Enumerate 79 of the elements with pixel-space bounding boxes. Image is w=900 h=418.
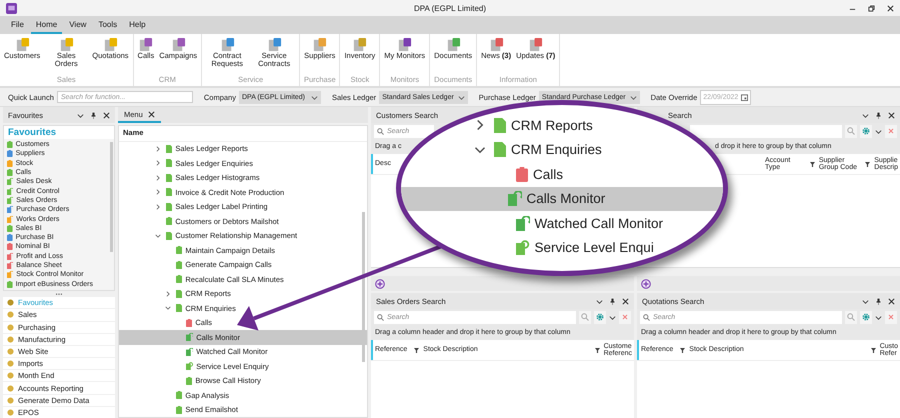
close-icon[interactable] — [148, 110, 155, 118]
window-title: DPA (EGPL Limited) — [414, 4, 486, 12]
tree-item[interactable]: Service Level Enqui — [485, 236, 654, 260]
restore-icon[interactable] — [868, 4, 875, 12]
chevron-icon[interactable] — [862, 298, 869, 304]
tree-item[interactable]: Watched Call Monitor — [485, 211, 664, 236]
add-icon[interactable] — [641, 278, 651, 288]
filter-icon[interactable] — [594, 348, 600, 352]
chevron-icon[interactable] — [609, 314, 616, 320]
document-icon — [170, 37, 186, 52]
document-icon — [446, 37, 461, 52]
document-icon — [102, 37, 118, 52]
document-icon — [14, 37, 30, 52]
search-icon — [377, 314, 384, 320]
document-icon — [352, 37, 368, 52]
scrollbar[interactable] — [637, 267, 900, 276]
chevron-icon[interactable] — [875, 128, 882, 134]
section-heading: Favourites — [7, 126, 58, 139]
filter-icon[interactable] — [865, 162, 870, 166]
chevron-icon — [458, 94, 465, 100]
close-icon[interactable] — [887, 4, 894, 12]
search-icon — [643, 314, 650, 320]
ribbon-tab[interactable]: Help — [124, 16, 151, 34]
add-icon[interactable] — [375, 278, 385, 288]
search-icon — [847, 313, 855, 321]
chevron-icon[interactable] — [155, 146, 161, 152]
pin-icon[interactable] — [90, 112, 97, 118]
splitter-grip-icon[interactable] — [54, 292, 64, 296]
close-icon[interactable] — [103, 112, 110, 118]
close-icon — [887, 127, 895, 135]
pin-icon[interactable] — [875, 298, 882, 304]
chevron-icon[interactable] — [155, 232, 161, 239]
search-field[interactable] — [690, 124, 842, 138]
tree-item[interactable]: Calls — [485, 162, 564, 186]
chevron-icon[interactable] — [596, 298, 603, 304]
close-icon[interactable] — [888, 298, 895, 304]
filter-icon[interactable] — [414, 348, 420, 352]
close-icon — [621, 313, 629, 321]
close-icon — [887, 313, 895, 321]
document-icon — [138, 37, 154, 52]
gear-icon — [862, 127, 870, 135]
filter-icon[interactable] — [810, 162, 815, 166]
chevron-icon[interactable] — [155, 160, 161, 166]
tree-item[interactable]: Calls Monitor — [401, 186, 723, 211]
pin-icon[interactable] — [875, 112, 882, 118]
search-icon — [377, 128, 384, 134]
tree-item[interactable]: CRM Enquiries — [463, 138, 602, 162]
gear-icon — [862, 313, 870, 321]
ribbon-tab[interactable]: Tools — [93, 16, 122, 34]
ribbon-tab[interactable]: View — [64, 16, 92, 34]
chevron-icon[interactable] — [165, 305, 171, 312]
document-icon — [312, 37, 328, 52]
chevron-icon[interactable] — [875, 314, 882, 320]
app-logo-icon — [6, 2, 17, 14]
document-icon — [488, 37, 504, 52]
chevron-icon[interactable] — [155, 174, 161, 181]
document-icon — [528, 37, 544, 52]
chevron-icon[interactable] — [77, 112, 84, 118]
document-icon — [58, 37, 74, 52]
tree-item[interactable]: CRM Reports — [463, 113, 593, 138]
document-icon — [266, 37, 282, 52]
search-icon — [847, 127, 855, 135]
chevron-icon — [630, 94, 637, 100]
chevron-icon[interactable] — [155, 204, 161, 210]
chevron-icon[interactable] — [165, 290, 171, 297]
chevron-icon[interactable] — [862, 112, 869, 118]
filter-icon[interactable] — [680, 348, 686, 352]
filter-icon[interactable] — [870, 348, 876, 352]
pin-icon[interactable] — [609, 298, 616, 304]
scrollbar[interactable] — [362, 212, 365, 362]
document-icon — [220, 37, 235, 52]
close-icon[interactable] — [622, 298, 629, 304]
ribbon-tab[interactable]: File — [6, 16, 29, 34]
close-icon[interactable] — [888, 112, 895, 118]
gear-icon — [596, 313, 604, 321]
search-icon — [581, 313, 589, 321]
document-icon — [397, 37, 412, 52]
chevron-icon — [310, 94, 318, 100]
chevron-icon[interactable] — [155, 189, 161, 196]
